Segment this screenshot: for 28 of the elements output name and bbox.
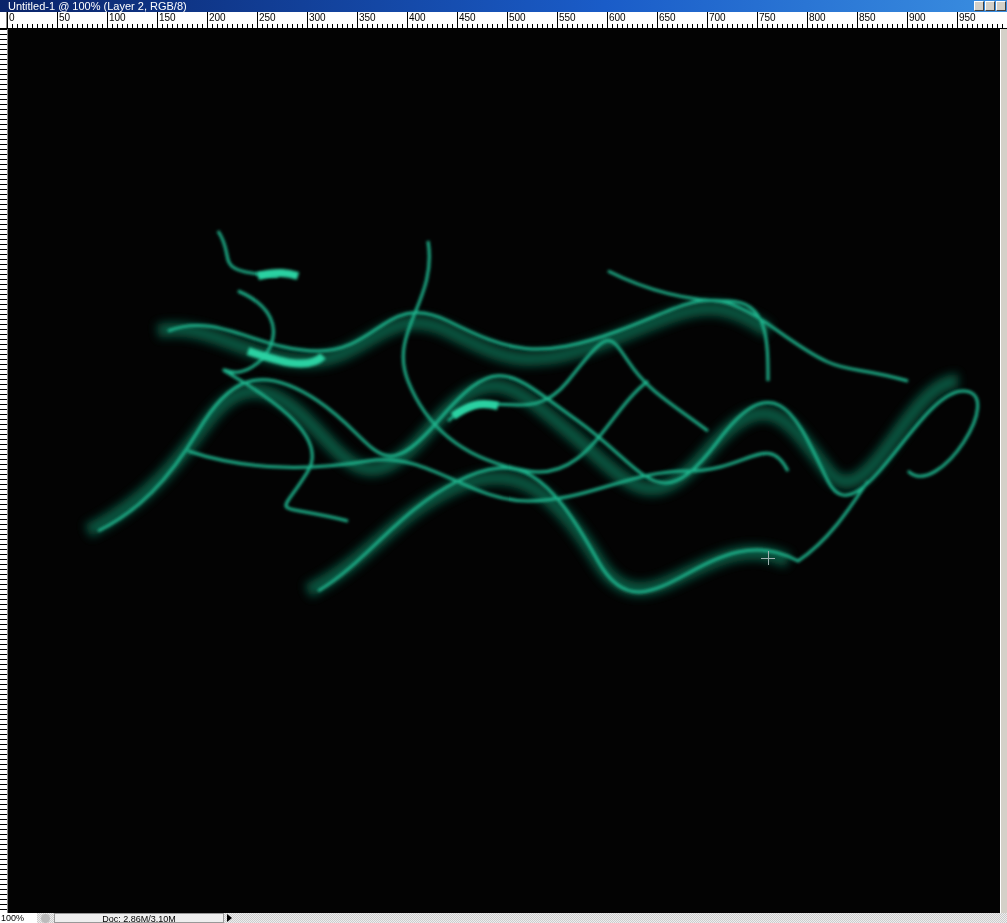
document-size: Doc: 2.86M/3.10M [54, 913, 224, 923]
ruler-label: 100 [107, 12, 157, 28]
ruler-label: 900 [907, 12, 957, 28]
ruler-label: 550 [557, 12, 607, 28]
ruler-label: 200 [207, 12, 257, 28]
ruler-label: 150 [157, 12, 207, 28]
zoom-level[interactable]: 100% [0, 913, 37, 923]
minimize-button[interactable] [974, 1, 984, 11]
ruler-label: 300 [307, 12, 357, 28]
crosshair-cursor [760, 550, 776, 566]
ruler-label: 950 [957, 12, 1007, 28]
ruler-label: 650 [657, 12, 707, 28]
maximize-button[interactable] [985, 1, 995, 11]
ruler-label: 750 [757, 12, 807, 28]
close-button[interactable] [996, 1, 1006, 11]
ruler-label: 850 [857, 12, 907, 28]
ruler-label: 450 [457, 12, 507, 28]
ruler-label: 250 [257, 12, 307, 28]
ruler-label: 50 [57, 12, 107, 28]
ruler-label: 0 [7, 12, 57, 28]
ruler-label: 600 [607, 12, 657, 28]
window-title: Untitled-1 @ 100% (Layer 2, RGB/8) [8, 0, 187, 12]
ruler-label: 800 [807, 12, 857, 28]
triangle-icon[interactable] [227, 914, 232, 922]
ruler-label: 500 [507, 12, 557, 28]
ruler-label: 700 [707, 12, 757, 28]
ruler-label: 350 [357, 12, 407, 28]
ruler-label: 400 [407, 12, 457, 28]
